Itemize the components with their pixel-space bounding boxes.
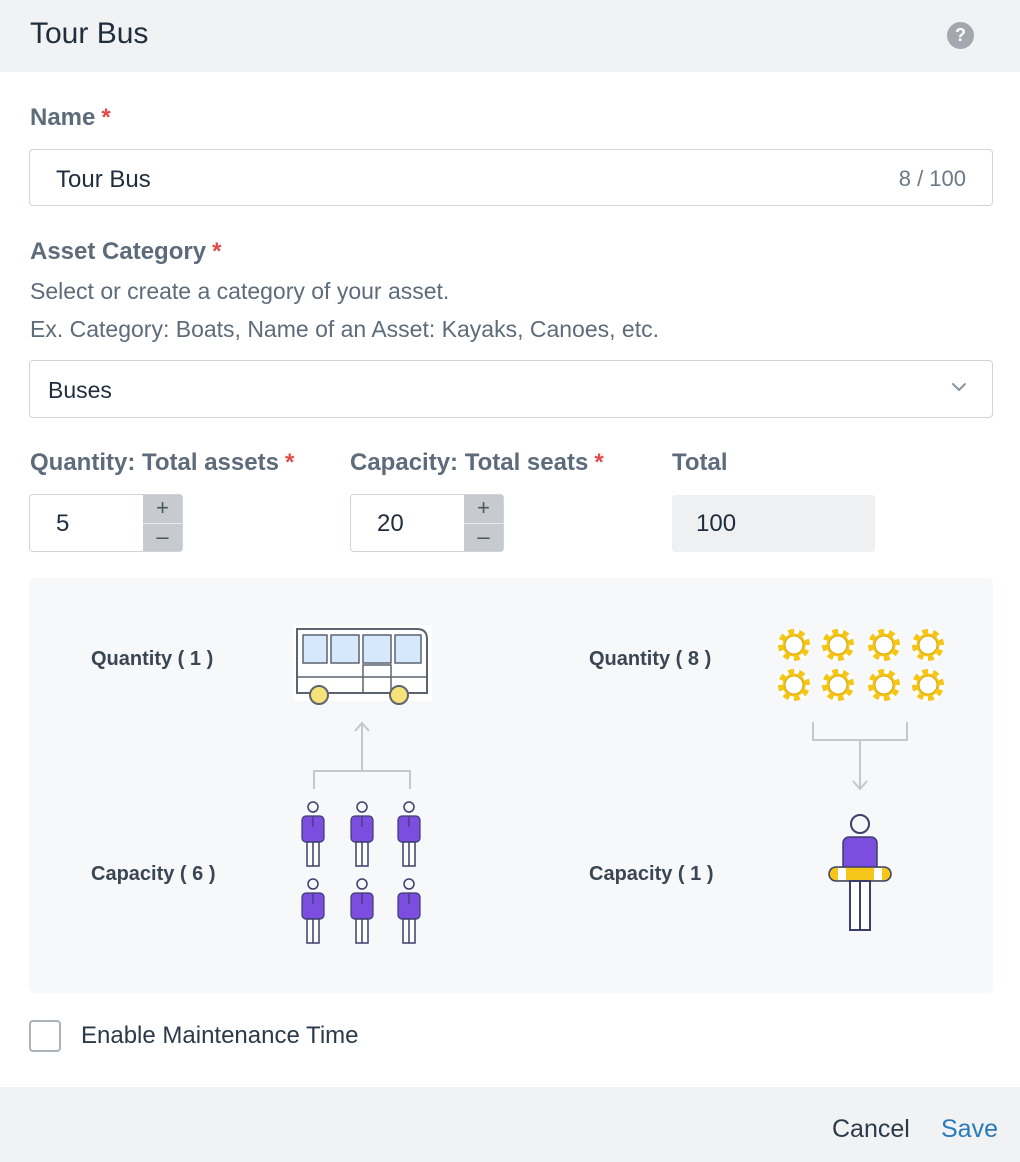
total-value: 100 bbox=[696, 510, 737, 537]
life-ring-icon bbox=[822, 629, 854, 661]
quantity-value: 5 bbox=[56, 510, 70, 537]
selected-category: Buses bbox=[48, 377, 112, 403]
asset-category-label: Asset Category * bbox=[30, 238, 222, 265]
asset-category-select[interactable]: Buses bbox=[29, 360, 993, 418]
life-ring-icon bbox=[868, 629, 900, 661]
maintenance-checkbox[interactable] bbox=[29, 1020, 61, 1052]
name-label: Name * bbox=[30, 104, 111, 131]
life-ring-icon bbox=[912, 629, 944, 661]
total-field: 100 bbox=[672, 495, 875, 552]
person-icon bbox=[397, 801, 421, 867]
right-capacity-label: Capacity ( 1 ) bbox=[589, 863, 714, 885]
required-asterisk: * bbox=[594, 449, 604, 476]
total-label: Total bbox=[672, 449, 728, 476]
capacity-stepper[interactable]: 20 + – bbox=[350, 494, 504, 552]
right-quantity-label: Quantity ( 8 ) bbox=[589, 648, 712, 670]
arrow-down-icon bbox=[812, 722, 908, 791]
capacity-illustration: Quantity ( 1 ) Capacity ( 6 ) Quantity (… bbox=[29, 578, 993, 993]
left-quantity-label: Quantity ( 1 ) bbox=[91, 648, 214, 670]
life-ring-icon bbox=[822, 669, 854, 701]
capacity-increment-button[interactable]: + bbox=[464, 495, 503, 523]
quantity-stepper[interactable]: 5 + – bbox=[29, 494, 183, 552]
quantity-decrement-button[interactable]: – bbox=[143, 523, 182, 551]
capacity-decrement-button[interactable]: – bbox=[464, 523, 503, 551]
person-icon bbox=[397, 878, 421, 944]
save-button[interactable]: Save bbox=[941, 1115, 998, 1144]
quantity-stepper-buttons: + – bbox=[143, 495, 182, 551]
cancel-button[interactable]: Cancel bbox=[832, 1115, 910, 1144]
required-asterisk: * bbox=[284, 449, 295, 476]
quantity-increment-button[interactable]: + bbox=[143, 495, 182, 523]
character-counter: 8 / 100 bbox=[898, 166, 966, 191]
arrow-up-icon bbox=[313, 721, 411, 789]
passengers-group bbox=[301, 801, 421, 944]
life-ring-icon bbox=[868, 669, 900, 701]
life-rings-group bbox=[778, 629, 944, 701]
left-capacity-label: Capacity ( 6 ) bbox=[91, 863, 216, 885]
capacity-value: 20 bbox=[377, 510, 404, 537]
person-icon bbox=[350, 878, 374, 944]
category-help-text: Select or create a category of your asse… bbox=[30, 278, 450, 304]
dialog-title: Tour Bus bbox=[30, 17, 149, 50]
dialog-header bbox=[0, 0, 1020, 72]
life-ring-icon bbox=[778, 629, 810, 661]
life-ring-icon bbox=[912, 669, 944, 701]
person-with-life-ring-icon bbox=[828, 814, 892, 931]
bus-icon bbox=[293, 625, 432, 705]
person-icon bbox=[301, 801, 325, 867]
life-ring-icon bbox=[778, 669, 810, 701]
required-asterisk: * bbox=[212, 238, 222, 265]
category-example-text: Ex. Category: Boats, Name of an Asset: K… bbox=[30, 316, 659, 342]
chevron-down-icon bbox=[952, 383, 966, 391]
person-icon bbox=[301, 878, 325, 944]
quantity-label: Quantity: Total assets * bbox=[30, 449, 295, 476]
maintenance-label[interactable]: Enable Maintenance Time bbox=[81, 1022, 359, 1050]
name-input-value: Tour Bus bbox=[56, 166, 151, 193]
illustration-graphics bbox=[293, 625, 993, 944]
person-icon bbox=[350, 801, 374, 867]
capacity-stepper-buttons: + – bbox=[464, 495, 503, 551]
required-asterisk: * bbox=[101, 104, 111, 131]
question-circle-icon[interactable]: ? bbox=[947, 22, 974, 49]
capacity-label: Capacity: Total seats * bbox=[350, 449, 604, 476]
name-input[interactable]: Tour Bus 8 / 100 bbox=[29, 149, 993, 206]
